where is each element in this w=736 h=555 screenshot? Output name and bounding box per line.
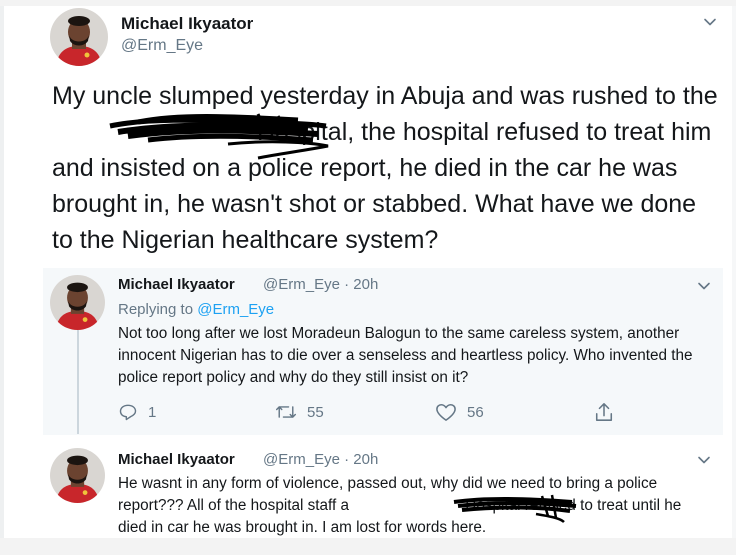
tweet-text-part-1: My uncle slumped yesterday in Abuja and … bbox=[52, 82, 718, 110]
author-name[interactable]: Michael Ikyaator bbox=[121, 14, 253, 34]
retweet-icon bbox=[275, 406, 297, 418]
retweet-count: 55 bbox=[307, 403, 324, 421]
reply-handle[interactable]: @Erm_Eye bbox=[263, 451, 340, 468]
chevron-down-icon[interactable] bbox=[703, 15, 717, 29]
bottom-edge bbox=[0, 538, 736, 555]
replying-to-link[interactable]: @Erm_Eye bbox=[197, 301, 274, 318]
avatar-image bbox=[50, 448, 105, 503]
like-count: 56 bbox=[467, 403, 484, 421]
right-gutter bbox=[732, 6, 736, 538]
like-action[interactable]: 56 bbox=[435, 402, 484, 422]
reply-timestamp[interactable]: 20h bbox=[353, 451, 378, 468]
share-icon bbox=[595, 403, 613, 421]
reply-action[interactable]: 1 bbox=[118, 402, 156, 422]
reply-author-name[interactable]: Michael Ikyaator bbox=[118, 451, 235, 468]
scribble-redaction bbox=[109, 113, 329, 160]
tweet-text: My uncle slumped yesterday in Abuja and … bbox=[52, 78, 722, 258]
top-edge bbox=[0, 0, 736, 6]
reply-meta: @Erm_Eye · 20h bbox=[263, 276, 378, 293]
reply-count: 1 bbox=[148, 403, 157, 421]
reply-timestamp[interactable]: 20h bbox=[353, 276, 378, 293]
avatar[interactable] bbox=[50, 275, 105, 330]
chevron-down-icon[interactable] bbox=[697, 279, 711, 293]
avatar-image bbox=[50, 8, 108, 66]
avatar[interactable] bbox=[50, 8, 108, 66]
avatar-image bbox=[50, 275, 105, 330]
chevron-down-icon[interactable] bbox=[697, 453, 711, 467]
scribble-redaction bbox=[453, 494, 577, 523]
avatar[interactable] bbox=[50, 448, 105, 503]
thread-connector bbox=[77, 330, 79, 434]
reply-text: He wasnt in any form of violence, passed… bbox=[118, 473, 710, 539]
reply-handle[interactable]: @Erm_Eye bbox=[263, 276, 340, 293]
replying-to-label: Replying to bbox=[118, 301, 194, 318]
tweet-screenshot: Michael Ikyaator @Erm_Eye My uncle slump… bbox=[0, 0, 736, 555]
heart-icon bbox=[436, 403, 456, 421]
reply-text: Not too long after we lost Moradeun Balo… bbox=[118, 325, 693, 386]
replying-to: Replying to @Erm_Eye bbox=[118, 301, 274, 318]
reply-author-name[interactable]: Michael Ikyaator bbox=[118, 276, 235, 293]
meta-separator: · bbox=[344, 276, 350, 293]
meta-separator: · bbox=[344, 451, 350, 468]
share-action[interactable] bbox=[594, 401, 614, 423]
reply-icon bbox=[119, 404, 137, 421]
author-handle[interactable]: @Erm_Eye bbox=[121, 37, 203, 55]
retweet-action[interactable]: 55 bbox=[275, 402, 324, 422]
left-gutter bbox=[0, 6, 4, 538]
reply-meta: @Erm_Eye · 20h bbox=[263, 451, 378, 468]
